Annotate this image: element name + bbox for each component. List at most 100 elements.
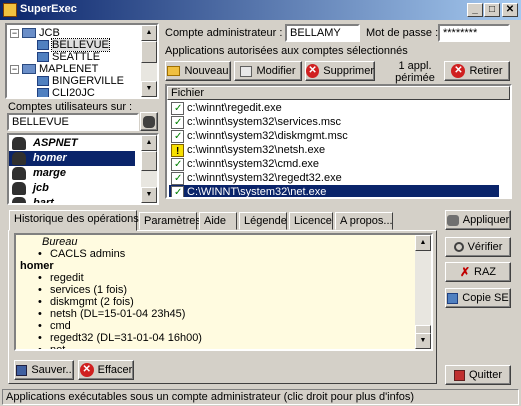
- host-field[interactable]: BELLEVUE: [7, 113, 139, 131]
- file-path: C:\WINNT\system32\net.exe: [187, 186, 327, 198]
- tree-host[interactable]: CLI20JC: [37, 87, 95, 99]
- user-list-item[interactable]: jcb: [9, 181, 135, 196]
- computer-icon: [37, 88, 49, 97]
- browse-users-button[interactable]: [140, 112, 158, 131]
- executable-icon: [171, 157, 184, 172]
- reset-label: RAZ: [474, 266, 497, 278]
- user-list-item[interactable]: marge: [9, 166, 135, 181]
- host-tree[interactable]: − JCB BELLEVUE SEATTLE − MAPLENET BINGERVILLE C…: [5, 23, 159, 99]
- status-bar: Applications exécutables sous un compte …: [2, 389, 519, 405]
- tab-5[interactable]: A propos...: [335, 212, 393, 230]
- save-button[interactable]: Sauver..: [14, 360, 74, 380]
- title-bar[interactable]: SuperExec _ □ ✕: [0, 0, 521, 20]
- history-item: regedt32 (DL=31-01-04 16h00): [16, 332, 431, 344]
- file-list-header[interactable]: Fichier: [167, 86, 510, 100]
- apply-button[interactable]: Appliquer: [445, 210, 511, 230]
- user-list-item[interactable]: bart: [9, 196, 135, 205]
- verify-button[interactable]: Vérifier: [445, 237, 511, 257]
- user-name: marge: [33, 167, 67, 179]
- file-list[interactable]: Fichier c:\winnt\regedit.exe c:\winnt\sys…: [165, 84, 512, 199]
- users-list[interactable]: ASPNET homer marge jcb bart ▲ ▼: [7, 133, 159, 205]
- file-row[interactable]: c:\winnt\system32\cmd.exe: [169, 157, 499, 172]
- reset-button[interactable]: ✗ RAZ: [445, 262, 511, 282]
- delete-button[interactable]: ✕ Supprimer: [305, 61, 375, 81]
- quit-label: Quitter: [468, 369, 502, 381]
- file-row[interactable]: c:\winnt\system32\services.msc: [169, 115, 499, 130]
- delete-icon: ✕: [306, 64, 320, 78]
- file-row[interactable]: c:\winnt\regedit.exe: [169, 101, 499, 116]
- history-item: diskmgmt (2 fois): [16, 296, 431, 308]
- clear-label: Effacer: [97, 364, 133, 376]
- computer-icon: [37, 40, 49, 51]
- scroll-up-arrow[interactable]: ▲: [141, 135, 157, 151]
- copy-se-button[interactable]: Copie SE: [445, 288, 511, 308]
- tab-3[interactable]: Légende: [239, 212, 287, 230]
- save-label: Sauver..: [31, 364, 72, 376]
- close-button[interactable]: ✕: [502, 3, 518, 17]
- history-item: netsh (DL=15-01-04 23h45): [16, 308, 431, 320]
- scroll-down-arrow[interactable]: ▼: [141, 187, 157, 203]
- user-name: bart: [33, 197, 54, 205]
- file-row[interactable]: c:\winnt\system32\diskmgmt.msc: [169, 129, 499, 144]
- scroll-down-arrow[interactable]: ▼: [415, 333, 431, 349]
- new-button[interactable]: Nouveau: [165, 61, 231, 81]
- tab-4[interactable]: Licence: [289, 212, 333, 230]
- copy-se-label: Copie SE: [462, 292, 509, 304]
- history-item: regedit: [16, 272, 431, 284]
- executable-icon: [171, 129, 184, 144]
- exit-icon: [453, 369, 465, 381]
- tab-1[interactable]: Paramètres: [139, 212, 201, 230]
- scroll-down-arrow[interactable]: ▼: [141, 81, 157, 97]
- scroll-up-arrow[interactable]: ▲: [141, 25, 157, 41]
- allowed-apps-label: Applications autorisées aux comptes séle…: [165, 45, 408, 57]
- user-list-item[interactable]: homer: [9, 151, 135, 166]
- delete-label: Supprimer: [323, 65, 374, 77]
- history-item: cmd: [16, 320, 431, 332]
- history-user: homer: [20, 260, 54, 272]
- scroll-thumb[interactable]: [141, 151, 157, 171]
- scroll-thumb[interactable]: [141, 41, 157, 63]
- remove-button[interactable]: ✕ Retirer: [444, 61, 510, 81]
- tab-strip: Historique des opérations Paramètres Aide L…: [9, 210, 439, 232]
- tree-label: BINGERVILLE: [52, 75, 124, 87]
- history-item: net: [16, 344, 431, 349]
- tree-label: CLI20JC: [52, 87, 95, 99]
- expander-icon[interactable]: −: [10, 28, 19, 38]
- tree-label: JCB: [39, 27, 60, 39]
- computer-icon: [37, 76, 49, 87]
- history-pane[interactable]: BureauCACLS adminshomerregeditservices (…: [14, 233, 433, 351]
- executable-icon: [171, 115, 184, 130]
- expander-icon[interactable]: −: [10, 64, 19, 74]
- user-icon: [12, 197, 26, 203]
- file-row[interactable]: c:\winnt\system32\netsh.exe: [169, 143, 499, 159]
- expired-line-2: périmée: [395, 72, 435, 84]
- window-title: SuperExec: [20, 3, 77, 15]
- file-path: c:\winnt\system32\diskmgmt.msc: [187, 130, 348, 142]
- remove-icon: ✕: [451, 64, 466, 78]
- tab-0[interactable]: Historique des opérations: [9, 210, 139, 231]
- apply-icon: [446, 214, 459, 226]
- maximize-button[interactable]: □: [484, 3, 500, 17]
- network-icon: [22, 64, 36, 75]
- edit-label: Modifier: [256, 65, 296, 77]
- users-label: Comptes utilisateurs sur :: [8, 101, 133, 113]
- scroll-up-arrow[interactable]: ▲: [415, 235, 431, 251]
- edit-button[interactable]: Modifier: [234, 61, 302, 81]
- password-field[interactable]: ********: [438, 24, 510, 42]
- file-row[interactable]: C:\WINNT\system32\net.exe: [169, 185, 499, 198]
- tree-label: MAPLENET: [39, 63, 99, 75]
- quit-button[interactable]: Quitter: [445, 365, 511, 385]
- app-icon: [3, 3, 17, 17]
- users-scrollbar[interactable]: ▲ ▼: [141, 135, 157, 203]
- expired-line-1: 1 appl.: [398, 60, 432, 72]
- user-list-item[interactable]: ASPNET: [9, 136, 135, 151]
- clear-button[interactable]: ✕ Effacer: [78, 360, 134, 380]
- tree-scrollbar[interactable]: ▲ ▼: [141, 25, 157, 97]
- minimize-button[interactable]: _: [467, 3, 483, 17]
- new-label: Nouveau: [184, 65, 229, 77]
- file-row[interactable]: c:\winnt\system32\regedt32.exe: [169, 171, 499, 186]
- history-item: CACLS admins: [16, 248, 431, 260]
- history-scrollbar[interactable]: ▲ ▼: [415, 235, 431, 349]
- tab-2[interactable]: Aide: [199, 212, 237, 230]
- admin-account-field[interactable]: BELLAMY: [285, 24, 360, 42]
